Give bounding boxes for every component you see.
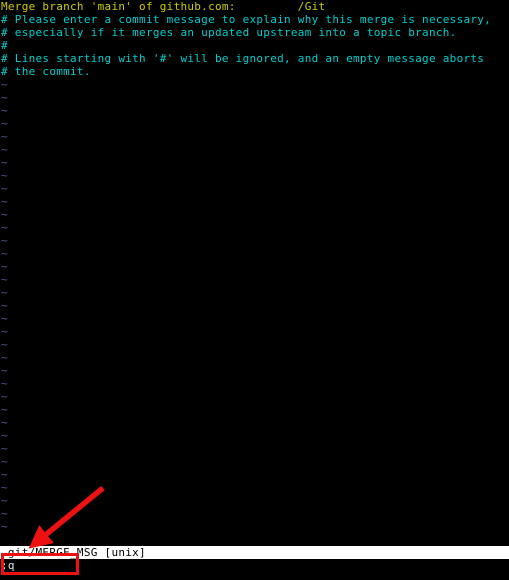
commit-comment-line[interactable]: # Lines starting with '#' will be ignore…: [0, 52, 509, 65]
empty-line-marker: ~: [1, 429, 8, 442]
empty-line-marker: ~: [1, 117, 8, 130]
empty-line-marker: ~: [1, 390, 8, 403]
empty-line-marker: ~: [1, 143, 8, 156]
empty-line-marker: ~: [1, 442, 8, 455]
empty-line-marker: ~: [1, 104, 8, 117]
empty-line-marker: ~: [1, 182, 8, 195]
empty-line-marker: ~: [1, 325, 8, 338]
empty-line-marker: ~: [1, 338, 8, 351]
empty-line-marker: ~: [1, 403, 8, 416]
vim-buffer[interactable]: Merge branch 'main' of github.com: /Git …: [0, 0, 509, 546]
empty-line-marker: ~: [1, 78, 8, 91]
empty-line-marker: ~: [1, 494, 8, 507]
empty-line-marker: ~: [1, 286, 8, 299]
empty-line-marker: ~: [1, 260, 8, 273]
empty-line-marker: ~: [1, 299, 8, 312]
empty-line-marker: ~: [1, 91, 8, 104]
empty-line-marker: ~: [1, 234, 8, 247]
empty-line-marker: ~: [1, 364, 8, 377]
commit-subject-line[interactable]: Merge branch 'main' of github.com: /Git: [0, 0, 509, 13]
empty-line-marker: ~: [1, 130, 8, 143]
empty-line-marker: ~: [1, 208, 8, 221]
empty-line-marker: ~: [1, 195, 8, 208]
commit-comment-line[interactable]: # especially if it merges an updated ups…: [0, 26, 509, 39]
commit-comment-line[interactable]: # Please enter a commit message to expla…: [0, 13, 509, 26]
empty-line-marker: ~: [1, 481, 8, 494]
empty-line-marker: ~: [1, 351, 8, 364]
empty-line-marker: ~: [1, 520, 8, 533]
vim-command-line[interactable]: :q: [0, 559, 509, 580]
empty-line-marker: ~: [1, 377, 8, 390]
empty-line-markers: ~ ~ ~ ~ ~ ~ ~ ~ ~ ~ ~ ~ ~ ~ ~ ~ ~ ~ ~ ~ ~ ~ ~ ~ ~ ~ ~ ~ ~ ~ ~ ~ ~ ~ ~: [0, 78, 509, 533]
empty-line-marker: ~: [1, 247, 8, 260]
empty-line-marker: ~: [1, 455, 8, 468]
vim-status-line: .git/MERGE_MSG [unix]: [0, 546, 509, 559]
empty-line-marker: ~: [1, 221, 8, 234]
empty-line-marker: ~: [1, 169, 8, 182]
terminal-window: Merge branch 'main' of github.com: /Git …: [0, 0, 509, 580]
empty-line-marker: ~: [1, 468, 8, 481]
commit-comment-line[interactable]: #: [0, 39, 509, 52]
empty-line-marker: ~: [1, 273, 8, 286]
empty-line-marker: ~: [1, 312, 8, 325]
empty-line-marker: ~: [1, 507, 8, 520]
commit-comment-line[interactable]: # the commit.: [0, 65, 509, 78]
empty-line-marker: ~: [1, 156, 8, 169]
empty-line-marker: ~: [1, 416, 8, 429]
